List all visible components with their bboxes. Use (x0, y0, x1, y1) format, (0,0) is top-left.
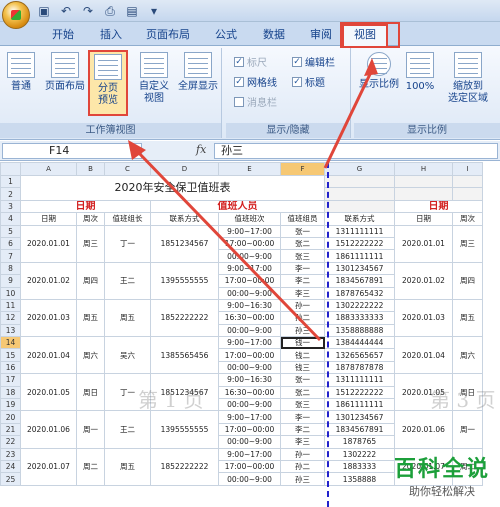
arrow-to-page-break (134, 148, 322, 342)
annotation-arrows (128, 22, 400, 342)
brand-name: 百科全说 (393, 457, 490, 482)
arrow-head-icon (364, 58, 378, 76)
view-tab-highlight (340, 22, 400, 48)
arrow-to-view-tab (323, 69, 374, 169)
brand-logo: 百科全说 助你轻松解决 (394, 451, 490, 499)
brand-slogan: 助你轻松解决 (408, 485, 475, 498)
